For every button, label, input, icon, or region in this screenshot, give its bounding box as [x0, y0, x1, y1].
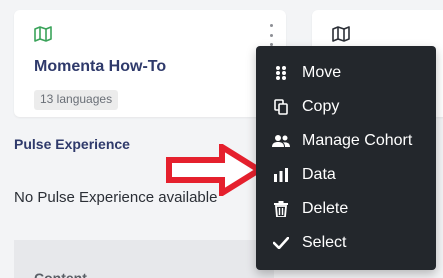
- trash-icon: [272, 200, 290, 218]
- red-arrow-annotation: [166, 144, 264, 196]
- menu-item-data[interactable]: Data: [256, 158, 436, 192]
- context-menu: Move Copy Manage Cohort Data Delete Sele…: [256, 46, 436, 270]
- menu-item-label: Manage Cohort: [302, 132, 413, 149]
- pulse-experience-title: Pulse Experience: [14, 136, 130, 152]
- menu-item-label: Move: [302, 64, 342, 81]
- languages-badge: 13 languages: [34, 90, 119, 110]
- menu-item-copy[interactable]: Copy: [256, 90, 436, 124]
- users-icon: [272, 132, 290, 150]
- bar-chart-icon: [272, 166, 290, 184]
- menu-item-delete[interactable]: Delete: [256, 192, 436, 226]
- copy-icon: [272, 98, 290, 116]
- menu-item-label: Select: [302, 234, 347, 251]
- map-icon: [332, 26, 350, 42]
- content-section-label: Content: [34, 270, 87, 278]
- menu-item-label: Delete: [302, 200, 349, 217]
- more-options-icon[interactable]: [267, 24, 275, 46]
- content-card-momenta-how-to[interactable]: Momenta How-To 13 languages: [14, 10, 286, 117]
- menu-item-label: Copy: [302, 98, 340, 115]
- menu-item-label: Data: [302, 166, 336, 183]
- menu-item-manage-cohort[interactable]: Manage Cohort: [256, 124, 436, 158]
- drag-grid-icon: [272, 64, 290, 82]
- menu-item-select[interactable]: Select: [256, 226, 436, 260]
- menu-item-move[interactable]: Move: [256, 56, 436, 90]
- check-icon: [272, 234, 290, 252]
- card-title[interactable]: Momenta How-To: [34, 58, 166, 76]
- map-icon: [34, 26, 52, 42]
